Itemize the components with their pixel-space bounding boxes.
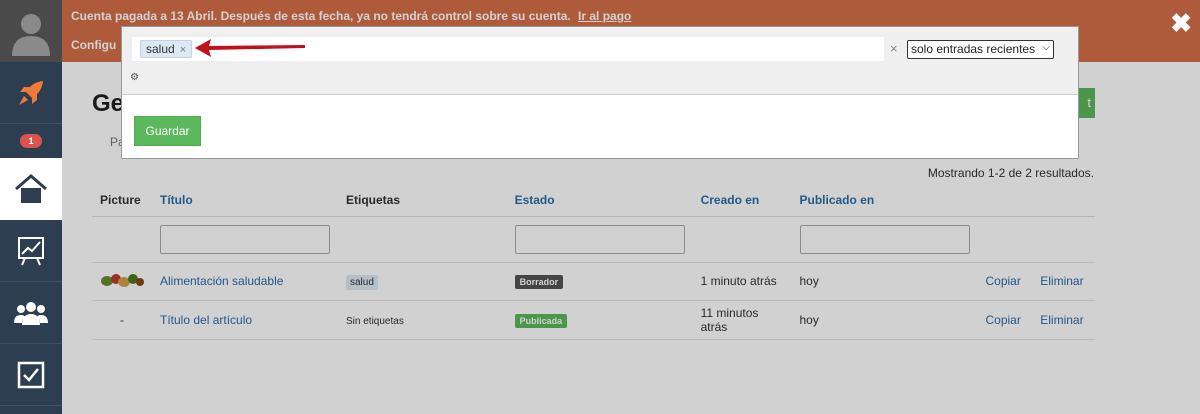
users-icon [14,301,48,325]
chip-remove-icon[interactable]: × [180,44,186,56]
sidebar: 1 [0,0,62,414]
notification-badge-wrap[interactable]: 1 [0,124,62,158]
tag-chip-label: salud [146,42,175,56]
sidebar-item-users[interactable] [0,282,62,344]
notification-badge: 1 [20,134,42,148]
annotation-arrow-icon [195,39,305,57]
user-avatar[interactable] [0,0,62,62]
sidebar-item-tasks[interactable] [0,344,62,406]
clear-icon[interactable]: × [890,41,898,56]
checkbox-icon [17,361,45,388]
home-icon [15,174,47,203]
tag-chip[interactable]: salud × [140,40,193,58]
chart-icon [18,236,44,265]
gear-icon[interactable]: ⚙ [130,72,139,83]
recency-select[interactable]: solo entradas recientes ⌵ [907,40,1054,59]
sidebar-item-chart[interactable] [0,220,62,282]
sidebar-item-home[interactable] [0,158,62,220]
sidebar-item-rocket[interactable] [0,62,62,124]
save-button[interactable]: Guardar [134,116,201,146]
recency-select-value: solo entradas recientes [911,42,1036,56]
close-icon[interactable]: ✖ [1170,8,1192,39]
avatar-icon [12,14,50,56]
chevron-down-icon: ⌵ [1042,42,1050,53]
rocket-icon [19,80,43,105]
